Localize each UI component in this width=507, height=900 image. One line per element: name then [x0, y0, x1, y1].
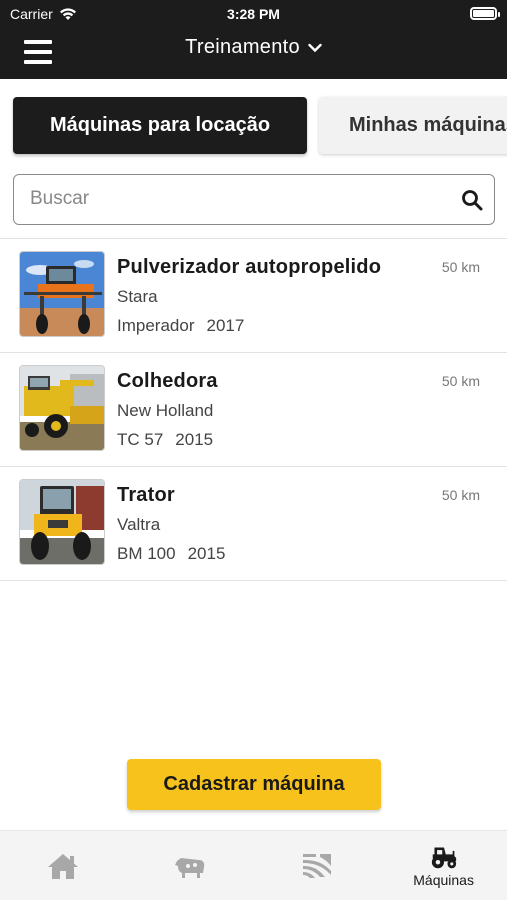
- machine-model-year: Imperador 2017: [117, 316, 244, 336]
- cattle-icon: [175, 857, 205, 878]
- nav-item-fields[interactable]: [254, 831, 381, 900]
- machine-model: BM 100: [117, 544, 176, 563]
- chevron-down-icon: [308, 43, 322, 52]
- bottom-nav: Máquinas: [0, 830, 507, 900]
- nav-item-livestock[interactable]: [127, 831, 254, 900]
- machine-model: Imperador: [117, 316, 195, 335]
- machine-distance: 50 km: [441, 487, 480, 503]
- search-icon[interactable]: [460, 188, 484, 212]
- search-box: [13, 174, 495, 225]
- harvester-image: [19, 365, 105, 451]
- battery-icon: [470, 7, 500, 20]
- machine-title: Pulverizador autopropelido: [117, 256, 382, 278]
- machine-year: 2015: [175, 430, 214, 449]
- app-header: Carrier 3:28 PM Treinamento: [0, 0, 507, 79]
- register-machine-button[interactable]: Cadastrar máquina: [127, 759, 381, 810]
- machine-model: TC 57: [117, 430, 164, 449]
- status-bar: Carrier 3:28 PM: [0, 0, 507, 28]
- status-time: 3:28 PM: [227, 6, 280, 22]
- machine-list: Pulverizador autopropelido Stara Imperad…: [0, 238, 507, 581]
- list-item[interactable]: Trator Valtra BM 100 2015 50 km: [0, 467, 507, 581]
- nav-item-home[interactable]: [0, 831, 127, 900]
- page-title: Treinamento: [185, 36, 300, 58]
- machine-brand: Valtra: [117, 515, 161, 534]
- farm-selector[interactable]: Treinamento: [0, 36, 507, 59]
- tractor-image: [19, 479, 105, 565]
- sprayer-image: [19, 251, 105, 337]
- machine-distance: 50 km: [441, 259, 480, 275]
- machine-brand: New Holland: [117, 401, 214, 420]
- segmented-tabs: Máquinas para locação Minhas máquinas: [0, 96, 507, 156]
- tab-my-machines[interactable]: Minhas máquinas: [319, 97, 507, 154]
- machine-year: 2017: [206, 316, 245, 335]
- machine-distance: 50 km: [441, 373, 480, 389]
- nav-item-machines[interactable]: Máquinas: [380, 831, 507, 900]
- machine-year: 2015: [187, 544, 226, 563]
- machine-title: Trator: [117, 484, 175, 506]
- machine-model-year: BM 100 2015: [117, 544, 225, 564]
- machine-brand: Stara: [117, 287, 158, 306]
- list-item[interactable]: Colhedora New Holland TC 57 2015 50 km: [0, 353, 507, 467]
- machine-model-year: TC 57 2015: [117, 430, 213, 450]
- list-item[interactable]: Pulverizador autopropelido Stara Imperad…: [0, 239, 507, 353]
- tab-rental-machines[interactable]: Máquinas para locação: [13, 97, 307, 154]
- machine-title: Colhedora: [117, 370, 218, 392]
- nav-label-machines: Máquinas: [413, 871, 474, 888]
- field-icon: [302, 853, 331, 878]
- tractor-icon: [431, 846, 456, 868]
- search-input[interactable]: [14, 175, 434, 223]
- home-icon: [48, 853, 79, 879]
